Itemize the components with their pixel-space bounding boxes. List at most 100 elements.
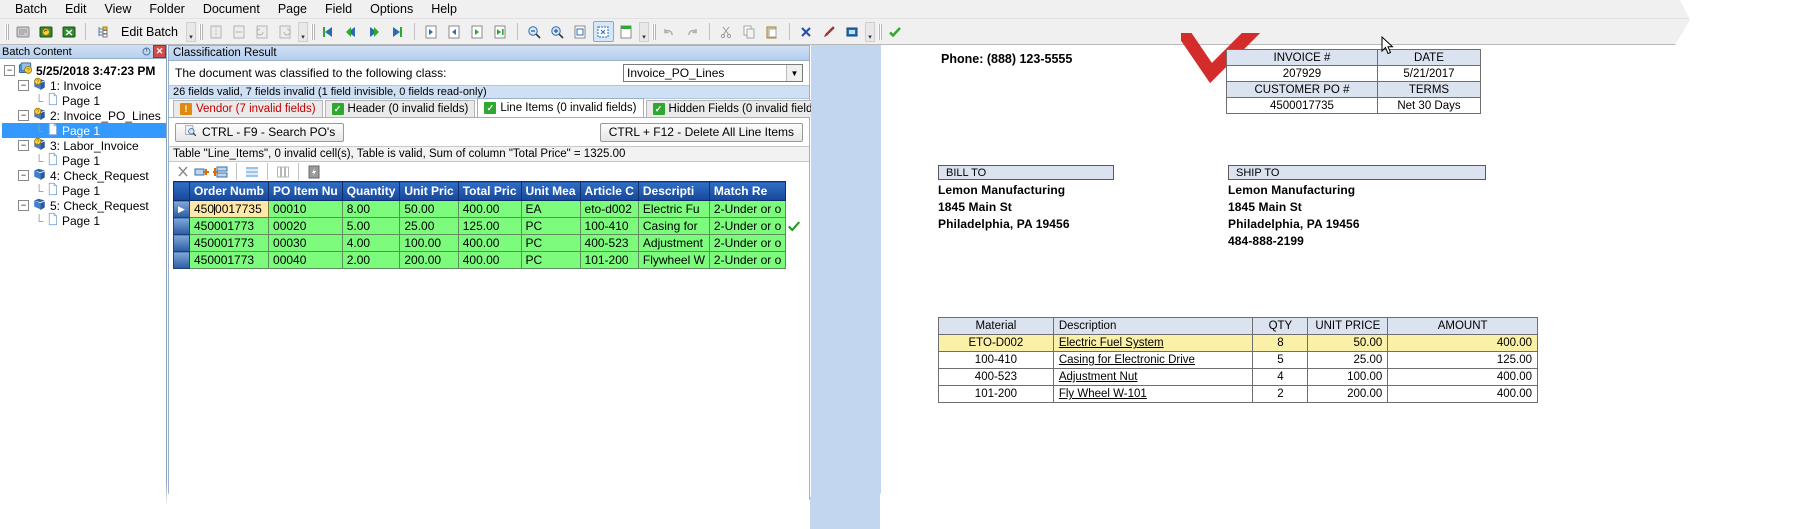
- copy-icon[interactable]: [739, 21, 760, 42]
- table-row[interactable]: 450001773 00030 4.00 100.00 400.00 PC 40…: [173, 234, 787, 252]
- cell-match-result[interactable]: 2-Under or o: [708, 200, 787, 218]
- fit-page-icon[interactable]: [570, 21, 591, 42]
- column-header-total-price[interactable]: Total Pric: [457, 181, 522, 201]
- tree-node-invoice[interactable]: − ? 1: Invoice: [2, 77, 166, 93]
- cell-description[interactable]: Electric Fu: [637, 200, 710, 218]
- toolbar-grip-5[interactable]: [877, 22, 883, 42]
- line-items-grid[interactable]: Order Numb PO Item Nu Quantity Unit Pric…: [173, 181, 787, 269]
- auto-fill-icon[interactable]: [306, 164, 322, 180]
- cell-order-number[interactable]: 450001773: [188, 234, 270, 252]
- column-header-quantity[interactable]: Quantity: [341, 181, 401, 201]
- menu-item-help[interactable]: Help: [422, 0, 466, 18]
- page-rotate-left-icon[interactable]: [252, 21, 273, 42]
- undo-icon[interactable]: [659, 21, 680, 42]
- add-row-icon[interactable]: [194, 164, 210, 180]
- cell-quantity[interactable]: 5.00: [341, 217, 401, 235]
- tab-header[interactable]: ✓ Header (0 invalid fields): [324, 100, 476, 117]
- close-icon[interactable]: ✕: [153, 45, 166, 58]
- cell-article-code[interactable]: 400-523: [579, 234, 639, 252]
- tree-node-check-request-4[interactable]: − 4: Check_Request: [2, 168, 166, 183]
- page-merge-icon[interactable]: [229, 21, 250, 42]
- cell-total-price[interactable]: 400.00: [457, 234, 522, 252]
- cell-unit-measure[interactable]: EA: [520, 200, 581, 218]
- column-header-article-code[interactable]: Article C: [579, 181, 639, 201]
- cell-match-result[interactable]: 2-Under or o: [708, 251, 787, 269]
- tree-node-labor-invoice[interactable]: − ? 3: Labor_Invoice: [2, 137, 166, 153]
- menu-item-page[interactable]: Page: [269, 0, 316, 18]
- annotate-icon[interactable]: [819, 21, 840, 42]
- row-selector-current[interactable]: ▶: [173, 200, 190, 218]
- hand-tool-icon[interactable]: [616, 21, 637, 42]
- menu-item-document[interactable]: Document: [194, 0, 269, 18]
- chevron-down-icon[interactable]: ▼: [786, 65, 802, 81]
- cell-quantity[interactable]: 8.00: [341, 200, 401, 218]
- cell-unit-measure[interactable]: PC: [520, 217, 581, 235]
- column-header-po-item-number[interactable]: PO Item Nu: [268, 181, 343, 201]
- document-viewer[interactable]: Phone: (888) 123-5555 INVOICE # DATE 207…: [811, 33, 1796, 529]
- cell-order-number[interactable]: 450001773: [188, 251, 270, 269]
- cell-unit-price[interactable]: 100.00: [399, 234, 459, 252]
- toolbar-grip-2[interactable]: [198, 22, 204, 42]
- delete-all-line-items-button[interactable]: CTRL + F12 - Delete All Line Items: [599, 122, 803, 142]
- cell-quantity[interactable]: 2.00: [341, 251, 401, 269]
- cell-po-item-number[interactable]: 00010: [268, 200, 343, 218]
- tree-node-invoice-po-lines[interactable]: − ? 2: Invoice_PO_Lines: [2, 107, 166, 123]
- previous-page-icon[interactable]: [444, 21, 465, 42]
- class-select[interactable]: Invoice_PO_Lines ▼: [623, 64, 803, 82]
- page-rotate-right-icon[interactable]: [275, 21, 296, 42]
- row-selector[interactable]: [173, 217, 190, 235]
- pin-icon[interactable]: [140, 45, 153, 58]
- cut-row-icon[interactable]: [175, 164, 191, 180]
- toolbar-grip[interactable]: [4, 22, 10, 42]
- expand-toggle[interactable]: −: [4, 65, 15, 76]
- row-selector[interactable]: [173, 234, 190, 252]
- toolbar-grip-4[interactable]: [651, 22, 657, 42]
- cell-total-price[interactable]: 400.00: [457, 251, 522, 269]
- cell-unit-measure[interactable]: PC: [520, 234, 581, 252]
- tree-page-item-selected[interactable]: └ Page 1: [2, 122, 166, 138]
- close-batch-icon[interactable]: [58, 21, 79, 42]
- select-tool-icon[interactable]: [592, 21, 614, 42]
- last-page-icon[interactable]: [490, 21, 511, 42]
- tree-page-item[interactable]: └ Page 1: [2, 212, 166, 228]
- cell-unit-price[interactable]: 200.00: [399, 251, 459, 269]
- menu-item-folder[interactable]: Folder: [140, 0, 193, 18]
- column-header-description[interactable]: Descripti: [637, 181, 710, 201]
- cell-article-code[interactable]: 101-200: [579, 251, 639, 269]
- paste-icon[interactable]: [762, 21, 783, 42]
- menu-item-options[interactable]: Options: [361, 0, 422, 18]
- cell-order-number[interactable]: 4500017735: [188, 200, 270, 218]
- toolbar-overflow-button-4[interactable]: ▾: [864, 21, 875, 42]
- table-row[interactable]: ▶ 4500017735 00010 8.00 50.00 400.00 EA …: [173, 200, 787, 218]
- row-selector[interactable]: [173, 251, 190, 269]
- expand-toggle[interactable]: −: [18, 170, 29, 181]
- toolbar-overflow-button-2[interactable]: ▾: [297, 21, 308, 42]
- stamp-icon[interactable]: [842, 21, 863, 42]
- next-page-icon[interactable]: [467, 21, 488, 42]
- refresh-batch-icon[interactable]: [35, 21, 56, 42]
- cell-description[interactable]: Flywheel W: [637, 251, 710, 269]
- first-document-icon[interactable]: [318, 21, 339, 42]
- toolbar-overflow-button[interactable]: ▾: [185, 21, 196, 42]
- edit-batch-button[interactable]: Edit Batch: [115, 25, 184, 39]
- menu-item-view[interactable]: View: [96, 0, 141, 18]
- tree-root[interactable]: − ? 5/25/2018 3:47:23 PM: [2, 62, 166, 78]
- table-row[interactable]: 450001773 00040 2.00 200.00 400.00 PC 10…: [173, 251, 787, 269]
- expand-toggle[interactable]: −: [18, 140, 29, 151]
- tree-page-item[interactable]: └ Page 1: [2, 152, 166, 168]
- expand-toggle[interactable]: −: [18, 110, 29, 121]
- first-page-icon[interactable]: [421, 21, 442, 42]
- expand-toggle[interactable]: −: [18, 80, 29, 91]
- tree-node-check-request-5[interactable]: − 5: Check_Request: [2, 198, 166, 213]
- menu-item-batch[interactable]: Batch: [6, 0, 56, 18]
- table-row[interactable]: 450001773 00020 5.00 25.00 125.00 PC 100…: [173, 217, 787, 235]
- cell-article-code[interactable]: eto-d002: [579, 200, 639, 218]
- toolbar-overflow-button-3[interactable]: ▾: [638, 21, 649, 42]
- zoom-in-icon[interactable]: [547, 21, 568, 42]
- redo-icon[interactable]: [682, 21, 703, 42]
- expand-toggle[interactable]: −: [18, 200, 29, 211]
- row-layout-icon[interactable]: [244, 164, 260, 180]
- page-split-icon[interactable]: [206, 21, 227, 42]
- column-header-unit-price[interactable]: Unit Pric: [399, 181, 459, 201]
- tree-page-item[interactable]: └ Page 1: [2, 182, 166, 198]
